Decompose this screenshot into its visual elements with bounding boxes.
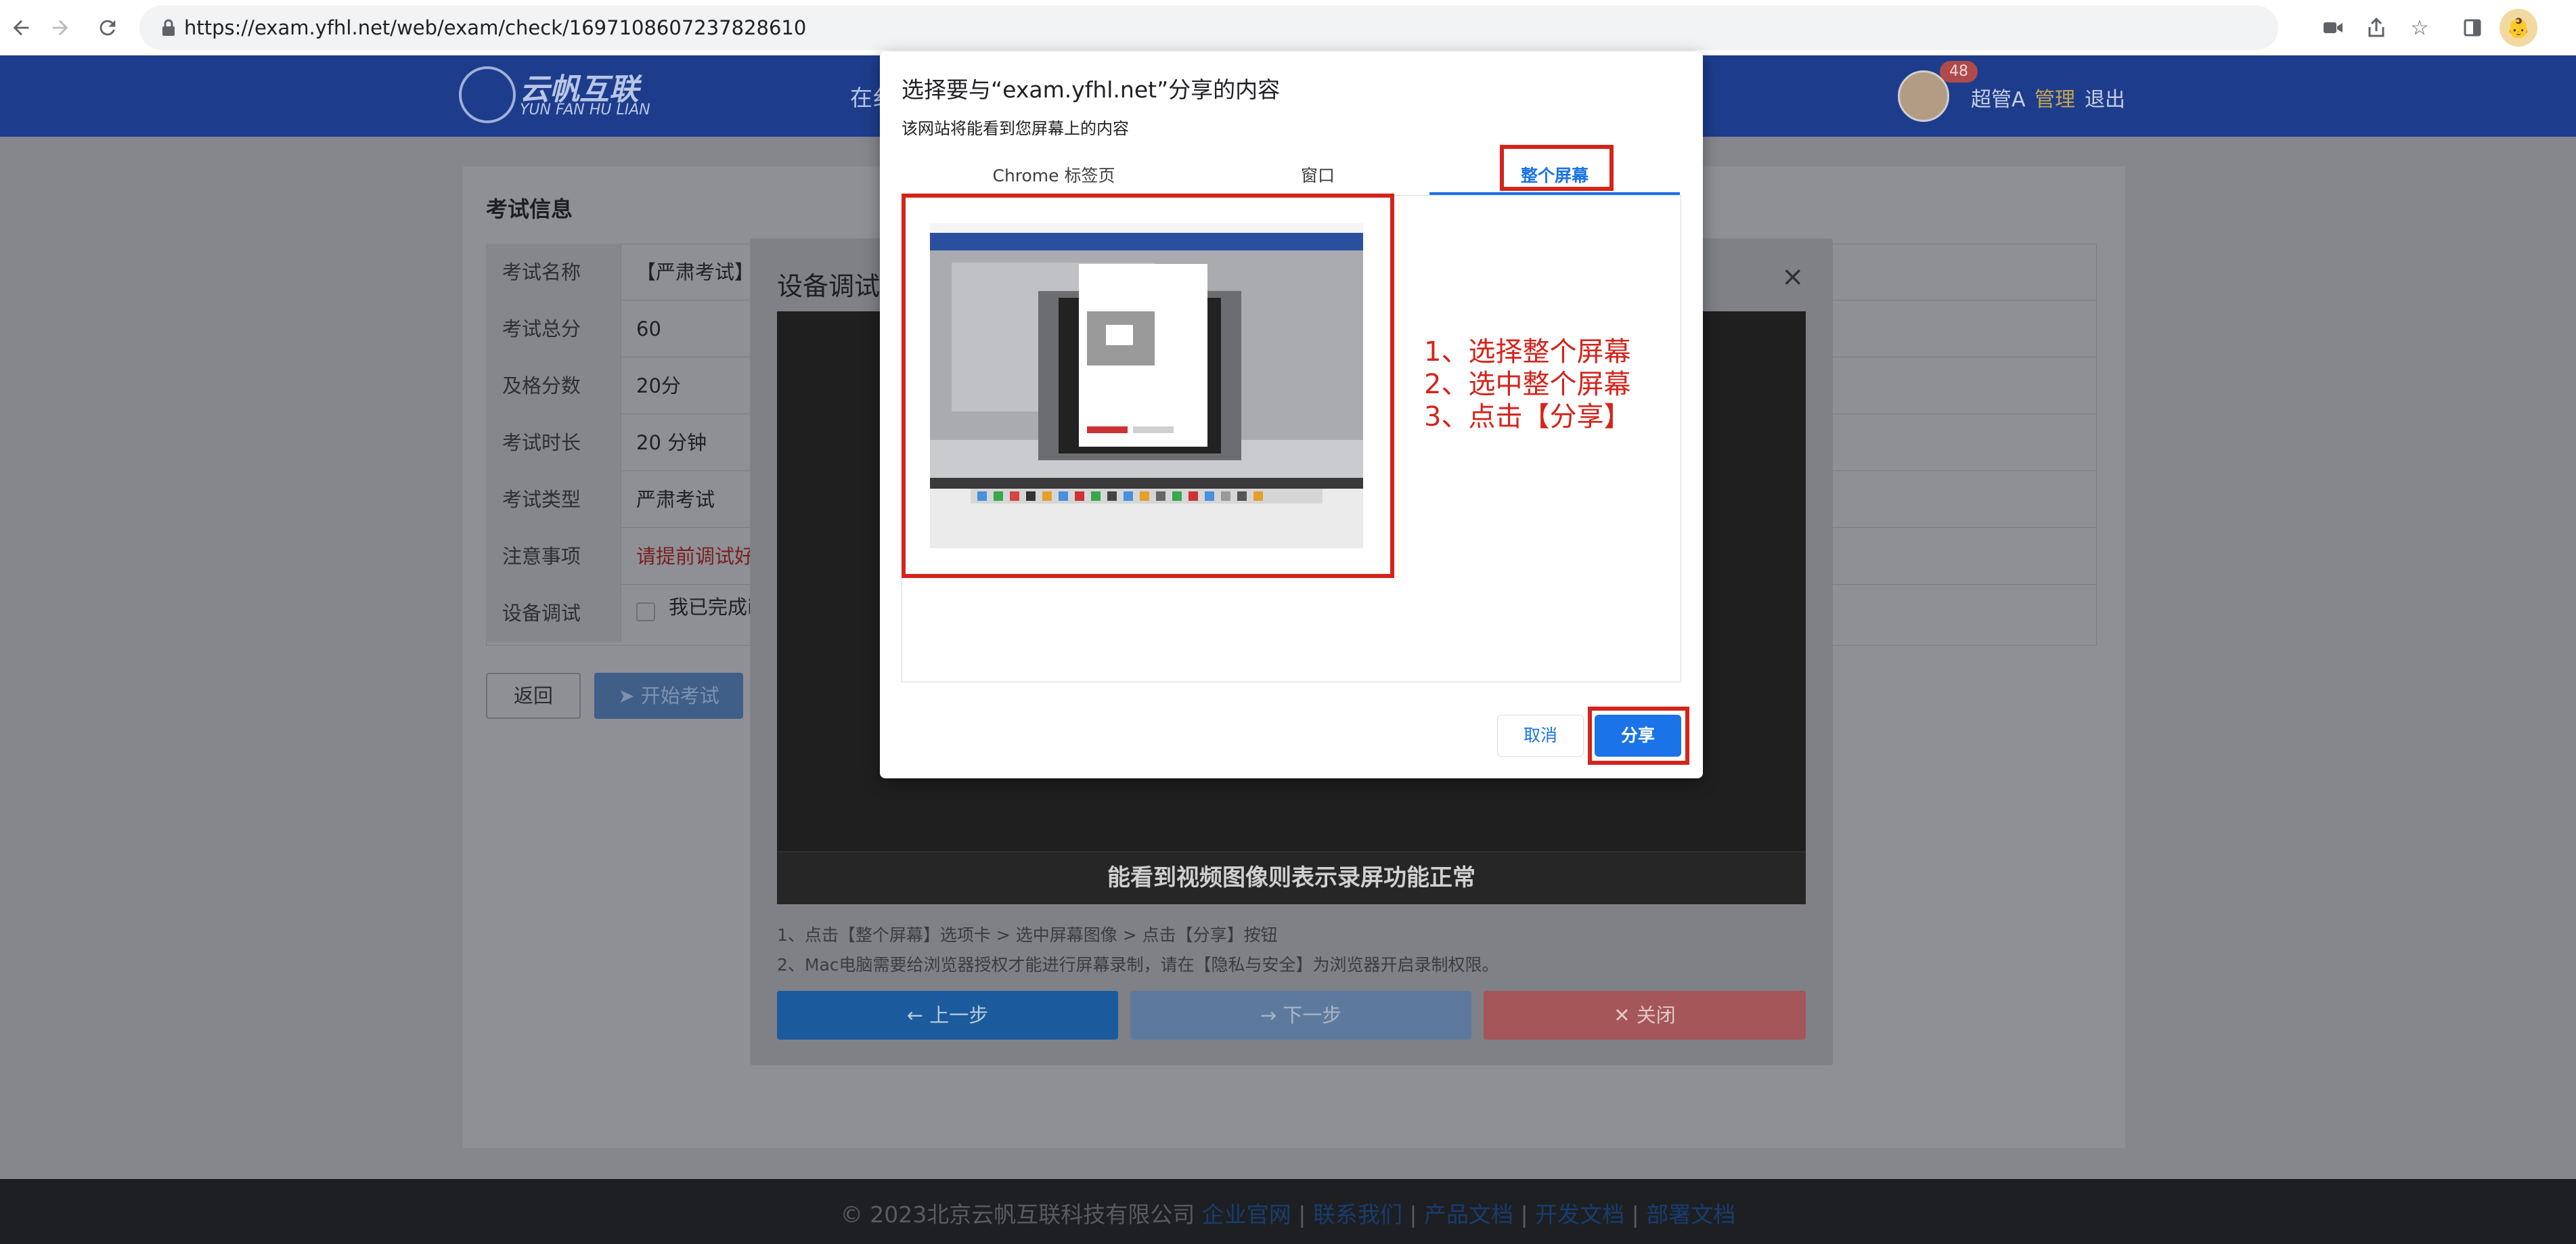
footer-link-dev-docs[interactable]: 开发文档	[1535, 1201, 1624, 1228]
tab-chrome-tab[interactable]: Chrome 标签页	[902, 157, 1206, 195]
row-value: 【严肃考试】	[636, 261, 755, 284]
tip-line-2: 2、Mac电脑需要给浏览器授权才能进行屏幕录制，请在【隐私与安全】为浏览器开启录…	[777, 955, 1499, 975]
row-label: 注意事项	[486, 528, 621, 585]
tab-window[interactable]: 窗口	[1206, 157, 1429, 195]
row-value: 20 分钟	[636, 431, 707, 454]
copyright-text: © 2023北京云帆互联科技有限公司	[840, 1201, 1195, 1228]
footer-link-website[interactable]: 企业官网	[1202, 1201, 1291, 1228]
annotation-highlight-box	[902, 194, 1394, 578]
row-label: 考试类型	[486, 471, 621, 528]
logo-subtext: YUN FAN HU LIAN	[520, 102, 650, 118]
row-value: 60	[636, 317, 661, 340]
preview-caption: 能看到视频图像则表示录屏功能正常	[1107, 864, 1475, 891]
footer-link-product-docs[interactable]: 产品文档	[1424, 1201, 1513, 1228]
back-button[interactable]: 返回	[486, 673, 581, 719]
prev-step-button[interactable]: ← 上一步	[777, 991, 1118, 1040]
close-button[interactable]: ✕ 关闭	[1484, 991, 1806, 1040]
annotation-highlight-box	[1588, 707, 1689, 765]
share-icon[interactable]	[2359, 11, 2393, 45]
camera-icon[interactable]	[2316, 11, 2350, 45]
back-arrow-icon[interactable]	[3, 9, 39, 46]
footer-link-deploy-docs[interactable]: 部署文档	[1646, 1201, 1735, 1228]
row-label: 考试名称	[486, 244, 621, 301]
row-label: 设备调试	[486, 585, 621, 642]
profile-avatar[interactable]: 👶	[2500, 9, 2537, 47]
lock-icon[interactable]	[157, 15, 180, 41]
send-icon: ➤	[618, 684, 641, 707]
footer-line: © 2023北京云帆互联科技有限公司 企业官网 | 联系我们 | 产品文档 | …	[840, 1201, 1736, 1228]
device-check-checkbox[interactable]	[636, 602, 655, 621]
start-exam-button[interactable]: ➤ 开始考试	[594, 673, 743, 719]
close-icon[interactable]: ×	[1781, 261, 1804, 292]
next-step-button[interactable]: → 下一步	[1130, 991, 1471, 1040]
row-label: 及格分数	[486, 357, 621, 414]
start-exam-label: 开始考试	[640, 684, 719, 707]
logo-icon	[459, 66, 516, 123]
row-value: 20分	[636, 374, 681, 397]
instruction-step-2: 2、选中整个屏幕	[1424, 369, 1631, 400]
star-icon[interactable]: ☆	[2403, 11, 2437, 45]
logout-link[interactable]: 退出	[2085, 83, 2125, 112]
admin-link[interactable]: 管理	[2035, 83, 2075, 112]
row-value: 请提前调试好	[636, 545, 755, 568]
annotation-instructions: 1、选择整个屏幕 2、选中整个屏幕 3、点击【分享】	[1424, 336, 1630, 433]
instruction-step-1: 1、选择整个屏幕	[1424, 336, 1631, 368]
side-panel-icon[interactable]	[2456, 11, 2489, 45]
user-name[interactable]: 超管A	[1971, 83, 2026, 112]
share-dialog-subtitle: 该网站将能看到您屏幕上的内容	[902, 119, 1129, 138]
row-label: 考试时长	[486, 414, 621, 471]
url-text[interactable]: https://exam.yfhl.net/web/exam/check/169…	[184, 9, 806, 46]
instruction-step-3: 3、点击【分享】	[1424, 401, 1631, 432]
modal-title: 设备调试	[777, 271, 881, 301]
reload-icon[interactable]	[89, 9, 126, 46]
share-dialog-title: 选择要与“exam.yfhl.net”分享的内容	[902, 76, 1281, 103]
cancel-button[interactable]: 取消	[1497, 715, 1584, 757]
forward-arrow-icon[interactable]	[42, 9, 79, 46]
row-value: 严肃考试	[636, 488, 715, 511]
device-check-label[interactable]: 我已完成i	[669, 592, 753, 620]
tip-line-1: 1、点击【整个屏幕】选项卡 > 选中屏幕图像 > 点击【分享】按钮	[777, 925, 1278, 945]
notification-badge: 48	[1940, 61, 1978, 83]
footer-link-contact[interactable]: 联系我们	[1313, 1201, 1402, 1228]
row-label: 考试总分	[486, 301, 621, 357]
card-title: 考试信息	[486, 196, 573, 222]
annotation-highlight-box	[1500, 145, 1614, 191]
